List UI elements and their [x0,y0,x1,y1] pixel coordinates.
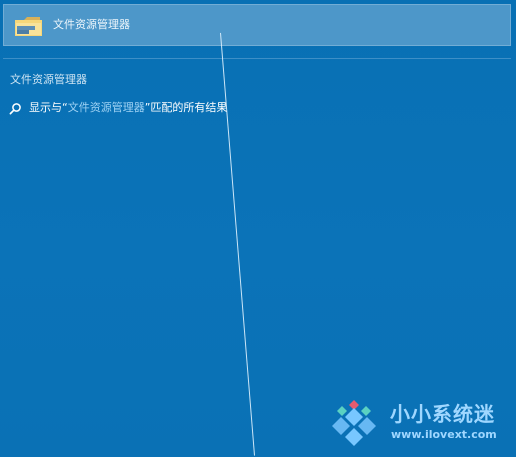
best-match-result[interactable]: 文件资源管理器 [3,4,511,46]
search-results-panel: 文件资源管理器 文件资源管理器 显示与“文件资源管理器”匹配的所有结果 小小系统… [0,0,516,457]
watermark-logo-icon [332,400,376,446]
web-search-result[interactable]: 显示与“文件资源管理器”匹配的所有结果 [9,99,227,117]
watermark-url: www.ilovext.com [391,428,497,441]
web-result-prefix: 显示与“ [29,101,68,114]
best-match-label: 文件资源管理器 [53,18,130,31]
results-divider [3,58,511,59]
result-section-label: 文件资源管理器 [10,73,87,86]
web-result-suffix: ”匹配的所有结果 [144,101,228,114]
search-icon [9,102,21,114]
watermark-title: 小小系统迷 [390,402,495,426]
cursor-trail-line [220,32,256,456]
folder-icon [15,17,42,36]
web-result-text: 显示与“文件资源管理器”匹配的所有结果 [29,101,227,115]
web-result-query: 文件资源管理器 [67,101,145,114]
watermark: 小小系统迷 www.ilovext.com [327,398,512,450]
